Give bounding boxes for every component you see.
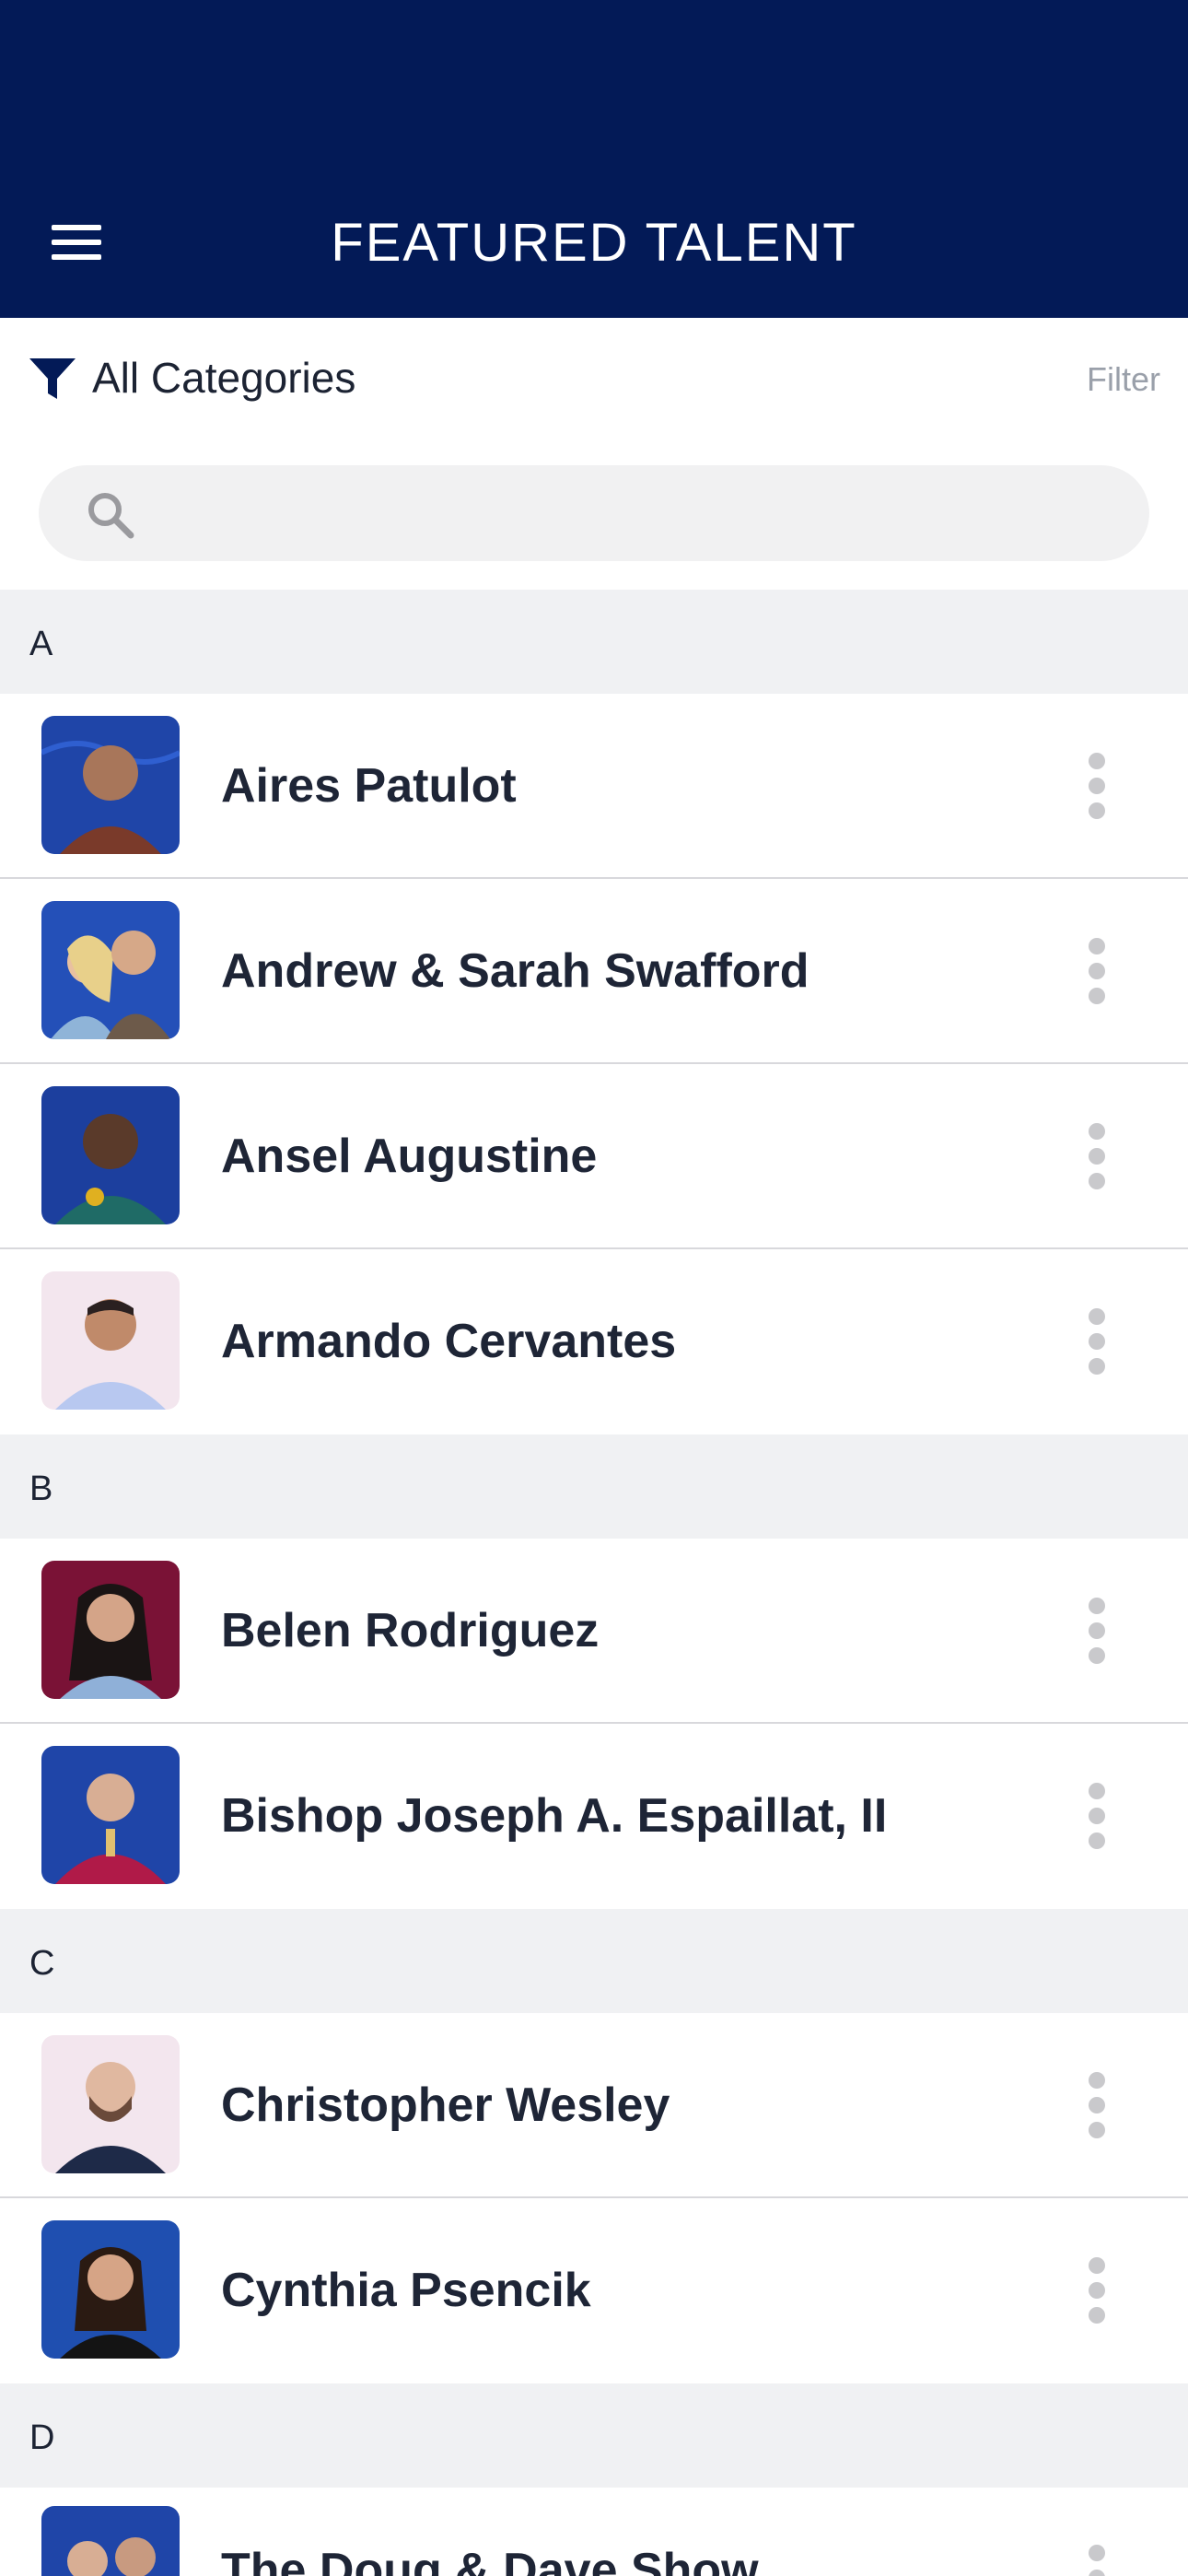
talent-row[interactable]: Bishop Joseph A. Espaillat, II (0, 1724, 1188, 1909)
vertical-ellipsis-icon (1089, 2257, 1105, 2274)
talent-name: Andrew & Sarah Swafford (221, 944, 809, 998)
category-filter-bar: All Categories Filter (0, 318, 1188, 438)
more-options-button[interactable] (1077, 1118, 1114, 1195)
funnel-icon[interactable] (28, 355, 77, 403)
talent-row[interactable]: Cynthia Psencik (0, 2198, 1188, 2383)
talent-name: Aires Patulot (221, 759, 517, 813)
avatar (41, 716, 180, 854)
section-letter: C (29, 1944, 55, 1983)
section-header-c: C (0, 1909, 1188, 2013)
avatar (41, 2506, 180, 2576)
talent-name: Christopher Wesley (221, 2078, 670, 2132)
talent-name: Armando Cervantes (221, 1315, 677, 1368)
search-bar[interactable] (39, 465, 1149, 561)
vertical-ellipsis-icon (1089, 753, 1105, 769)
section-letter: D (29, 2418, 55, 2457)
search-icon (88, 493, 134, 539)
avatar (41, 1086, 180, 1224)
talent-row[interactable]: Ansel Augustine (0, 1064, 1188, 1249)
more-options-button[interactable] (1077, 2539, 1114, 2576)
talent-name: The Doug & Dave Show (221, 2544, 759, 2576)
talent-name: Bishop Joseph A. Espaillat, II (221, 1789, 888, 1843)
vertical-ellipsis-icon (1089, 1308, 1105, 1325)
talent-row[interactable]: Andrew & Sarah Swafford (0, 879, 1188, 1064)
category-filter-label[interactable]: All Categories (92, 353, 355, 403)
filter-button[interactable]: Filter (1087, 360, 1160, 399)
vertical-ellipsis-icon (1089, 1123, 1105, 1140)
avatar (41, 901, 180, 1039)
section-header-d: D (0, 2383, 1188, 2488)
vertical-ellipsis-icon (1089, 2545, 1105, 2561)
talent-row[interactable]: Christopher Wesley (0, 2013, 1188, 2198)
avatar (41, 1561, 180, 1699)
search-input[interactable] (158, 482, 1125, 544)
section-header-b: B (0, 1434, 1188, 1539)
vertical-ellipsis-icon (1089, 1598, 1105, 1614)
more-options-button[interactable] (1077, 1777, 1114, 1855)
section-header-a: A (0, 590, 1188, 694)
talent-row[interactable]: Armando Cervantes (0, 1249, 1188, 1434)
talent-name: Belen Rodriguez (221, 1604, 600, 1657)
more-options-button[interactable] (1077, 747, 1114, 825)
more-options-button[interactable] (1077, 1303, 1114, 1380)
avatar (41, 1271, 180, 1410)
vertical-ellipsis-icon (1089, 2072, 1105, 2089)
search-area (0, 438, 1188, 590)
avatar (41, 2035, 180, 2173)
section-letter: A (29, 625, 53, 663)
app-header: FEATURED TALENT (0, 0, 1188, 318)
avatar (41, 1746, 180, 1884)
section-letter: B (29, 1469, 53, 1508)
talent-row[interactable]: Belen Rodriguez (0, 1539, 1188, 1724)
talent-name: Ansel Augustine (221, 1130, 598, 1183)
more-options-button[interactable] (1077, 1592, 1114, 1669)
vertical-ellipsis-icon (1089, 1783, 1105, 1799)
more-options-button[interactable] (1077, 932, 1114, 1010)
more-options-button[interactable] (1077, 2067, 1114, 2144)
talent-name: Cynthia Psencik (221, 2264, 591, 2317)
vertical-ellipsis-icon (1089, 938, 1105, 954)
talent-row[interactable]: Aires Patulot (0, 694, 1188, 879)
talent-row[interactable]: The Doug & Dave Show (0, 2488, 1188, 2576)
page-title: FEATURED TALENT (331, 213, 857, 273)
more-options-button[interactable] (1077, 2252, 1114, 2329)
avatar (41, 2220, 180, 2359)
